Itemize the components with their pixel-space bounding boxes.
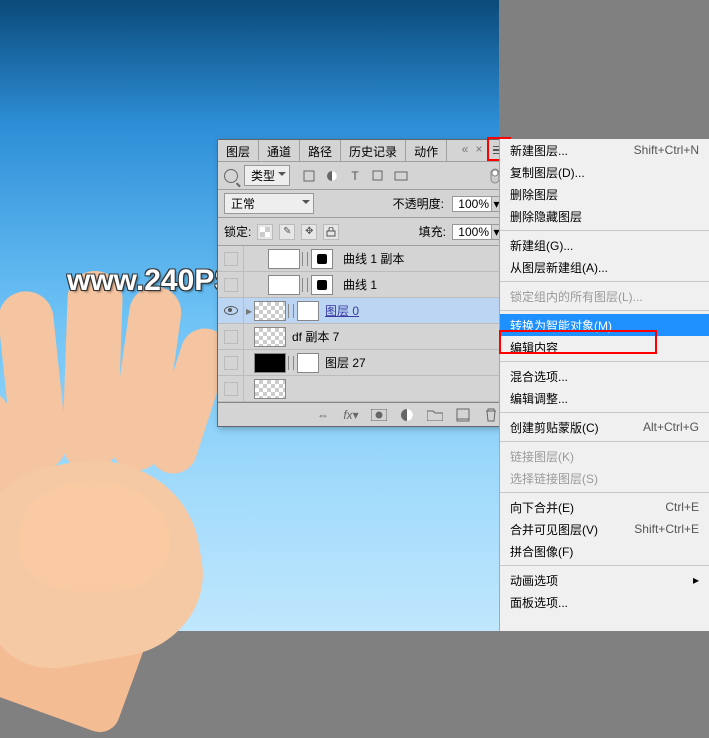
layer-row[interactable]: 曲线 1 副本 <box>218 246 508 272</box>
layer-name[interactable]: 图层 0 <box>325 302 359 319</box>
tab-layers[interactable]: 图层 <box>218 140 259 161</box>
tab-actions[interactable]: 动作 <box>406 140 447 161</box>
hand-image <box>0 231 220 691</box>
fill-label: 填充: <box>419 223 446 240</box>
opacity-field[interactable] <box>452 196 492 212</box>
layer-mask-thumb[interactable] <box>311 249 333 269</box>
visibility-toggle[interactable] <box>218 272 244 297</box>
add-mask-icon[interactable] <box>370 407 388 423</box>
filter-pixel-icon[interactable] <box>302 169 316 183</box>
tab-history[interactable]: 历史记录 <box>341 140 406 161</box>
menu-item-merge-visible[interactable]: 合并可见图层(V)Shift+Ctrl+E <box>500 518 709 540</box>
layer-mask-thumb[interactable] <box>311 275 333 295</box>
opacity-input[interactable]: ▾ <box>452 196 502 212</box>
opacity-label: 不透明度: <box>393 195 444 212</box>
visibility-toggle[interactable] <box>218 350 244 375</box>
lock-label: 锁定: <box>224 223 251 240</box>
visibility-toggle[interactable] <box>218 298 244 323</box>
menu-item-delete-layer[interactable]: 删除图层 <box>500 183 709 205</box>
menu-item-merge-down[interactable]: 向下合并(E)Ctrl+E <box>500 496 709 518</box>
fx-icon[interactable]: fx▾ <box>342 407 360 423</box>
visibility-toggle[interactable] <box>218 376 244 401</box>
layers-panel: 图层 通道 路径 历史记录 动作 « × 类型 T 正常 不透明度: ▾ 锁定: <box>217 139 509 427</box>
filter-adjust-icon[interactable] <box>325 169 339 183</box>
menu-item-new-group[interactable]: 新建组(G)... <box>500 234 709 256</box>
menu-item-edit-adjustment[interactable]: 编辑调整... <box>500 387 709 409</box>
filter-shape-icon[interactable] <box>371 169 385 183</box>
layer-row[interactable]: 图层 27 <box>218 350 508 376</box>
menu-item-select-linked: 选择链接图层(S) <box>500 467 709 489</box>
new-layer-icon[interactable] <box>454 407 472 423</box>
menu-item-new-layer[interactable]: 新建图层...Shift+Ctrl+N <box>500 139 709 161</box>
tab-paths[interactable]: 路径 <box>300 140 341 161</box>
menu-item-delete-hidden[interactable]: 删除隐藏图层 <box>500 205 709 227</box>
lock-row: 锁定: ✎ ✥ 填充: ▾ <box>218 218 508 246</box>
menu-item-link-layers: 链接图层(K) <box>500 445 709 467</box>
menu-item-animation-options[interactable]: 动画选项▸ <box>500 569 709 591</box>
filter-kind-dropdown[interactable]: 类型 <box>244 165 290 186</box>
lock-position-icon[interactable]: ✥ <box>301 224 317 240</box>
menu-item-duplicate-layer[interactable]: 复制图层(D)... <box>500 161 709 183</box>
new-group-icon[interactable] <box>426 407 444 423</box>
menu-item-panel-options[interactable]: 面板选项... <box>500 591 709 613</box>
layer-thumb[interactable] <box>268 249 300 269</box>
close-icon[interactable]: × <box>472 142 486 156</box>
layer-filter-row: 类型 T <box>218 162 508 190</box>
layer-thumb[interactable] <box>268 275 300 295</box>
tab-channels[interactable]: 通道 <box>259 140 300 161</box>
layer-name[interactable]: df 副本 7 <box>292 328 339 345</box>
menu-item-new-group-from-layers[interactable]: 从图层新建组(A)... <box>500 256 709 278</box>
menu-item-create-clipping-mask[interactable]: 创建剪贴蒙版(C)Alt+Ctrl+G <box>500 416 709 438</box>
filter-smart-icon[interactable] <box>394 169 408 183</box>
fill-input[interactable]: ▾ <box>452 224 502 240</box>
layer-mask-thumb[interactable] <box>297 353 319 373</box>
blend-mode-dropdown[interactable]: 正常 <box>224 193 314 214</box>
panel-footer: ⇔ fx▾ <box>218 402 508 426</box>
layer-name[interactable]: 图层 27 <box>325 354 366 371</box>
collapse-icon[interactable]: « <box>458 142 472 156</box>
lock-pixels-icon[interactable] <box>257 224 273 240</box>
expand-arrow-icon[interactable]: ▸ <box>244 304 254 318</box>
layer-thumb[interactable] <box>254 379 286 399</box>
menu-item-flatten-image[interactable]: 拼合图像(F) <box>500 540 709 562</box>
layer-list: 曲线 1 副本 曲线 1 ▸ 图层 0 df 副本 7 <box>218 246 508 402</box>
layer-row[interactable]: 曲线 1 <box>218 272 508 298</box>
highlight-marker <box>499 330 657 354</box>
layer-row[interactable] <box>218 376 508 402</box>
layer-row[interactable]: df 副本 7 <box>218 324 508 350</box>
lock-all-icon[interactable] <box>323 224 339 240</box>
new-adjustment-icon[interactable] <box>398 407 416 423</box>
panel-tab-bar: 图层 通道 路径 历史记录 动作 « × <box>218 140 508 162</box>
panel-flyout-menu: 新建图层...Shift+Ctrl+N 复制图层(D)... 删除图层 删除隐藏… <box>499 139 709 631</box>
delete-layer-icon[interactable] <box>482 407 500 423</box>
lock-brush-icon[interactable]: ✎ <box>279 224 295 240</box>
layer-name[interactable]: 曲线 1 <box>343 276 377 293</box>
menu-item-blending-options[interactable]: 混合选项... <box>500 365 709 387</box>
layer-thumb[interactable] <box>254 301 286 321</box>
link-layers-icon[interactable]: ⇔ <box>314 407 332 423</box>
layer-thumb[interactable] <box>254 353 286 373</box>
visibility-toggle[interactable] <box>218 324 244 349</box>
filter-type-icon[interactable]: T <box>348 169 362 183</box>
menu-item-lock-all-in-group: 锁定组内的所有图层(L)... <box>500 285 709 307</box>
layer-mask-thumb[interactable] <box>297 301 319 321</box>
fill-field[interactable] <box>452 224 492 240</box>
layer-row[interactable]: ▸ 图层 0 <box>218 298 508 324</box>
layer-thumb[interactable] <box>254 327 286 347</box>
layer-name[interactable]: 曲线 1 副本 <box>343 250 404 267</box>
search-icon[interactable] <box>224 169 238 183</box>
blend-mode-row: 正常 不透明度: ▾ <box>218 190 508 218</box>
visibility-toggle[interactable] <box>218 246 244 271</box>
